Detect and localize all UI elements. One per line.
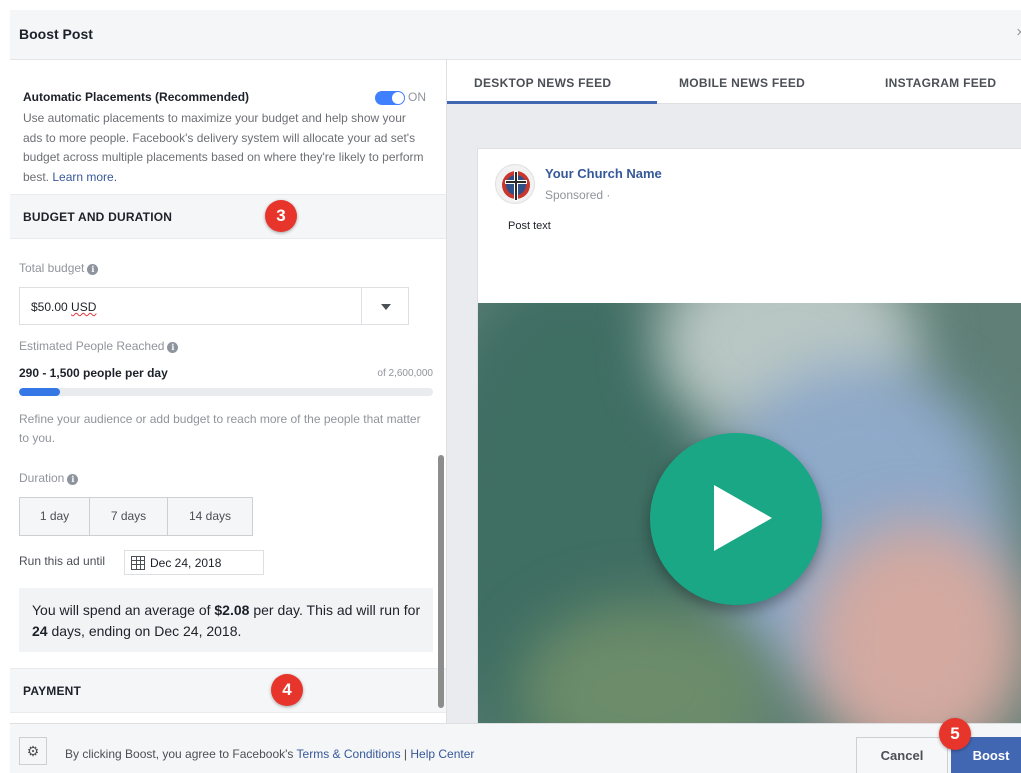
video-thumbnail[interactable]: [478, 303, 1021, 723]
toggle-knob: [392, 92, 404, 104]
duration-7-days-button[interactable]: 7 days: [90, 498, 168, 535]
terms-link[interactable]: Terms & Conditions: [297, 747, 401, 761]
end-date-value: Dec 24, 2018: [150, 556, 222, 570]
dialog-title: Boost Post: [19, 26, 93, 42]
dialog-footer: ⚙ By clicking Boost, you agree to Facebo…: [10, 723, 1021, 773]
info-icon[interactable]: i: [67, 474, 79, 485]
tab-mobile-news-feed[interactable]: MOBILE NEWS FEED: [679, 76, 805, 90]
settings-scrollbar[interactable]: [438, 455, 444, 708]
refine-audience-text: Refine your audience or add budget to re…: [19, 412, 421, 445]
terms-prefix: By clicking Boost, you agree to Facebook…: [65, 747, 297, 761]
spend-summary-text: You will spend an average of $2.08 per d…: [32, 600, 427, 642]
reach-progress-bar: [19, 388, 433, 396]
payment-section-title: PAYMENT: [23, 684, 82, 698]
step-badge-4: 4: [271, 674, 303, 706]
spend-suffix: days, ending on Dec 24, 2018.: [47, 623, 242, 639]
gear-icon[interactable]: ⚙: [19, 737, 47, 765]
church-logo-icon: [495, 164, 535, 204]
post-preview-card: Your Church Name Sponsored · Post text: [477, 148, 1021, 723]
caret-down-icon: [381, 304, 391, 310]
post-text: Post text: [508, 220, 551, 232]
spend-days: 24: [32, 623, 48, 639]
boost-post-dialog: Boost Post × Automatic Placements (Recom…: [10, 10, 1021, 773]
terms-notice: By clicking Boost, you agree to Facebook…: [65, 747, 474, 761]
help-center-link[interactable]: Help Center: [410, 747, 474, 761]
step-badge-5: 5: [939, 718, 971, 750]
info-icon[interactable]: i: [167, 342, 179, 353]
dialog-header: Boost Post ×: [10, 10, 1021, 60]
footer-separator: |: [400, 747, 411, 761]
budget-input[interactable]: $50.00 USD: [19, 287, 362, 325]
preview-tabs: DESKTOP NEWS FEED MOBILE NEWS FEED INSTA…: [447, 60, 1021, 104]
budget-dropdown-button[interactable]: [361, 287, 409, 325]
tab-desktop-news-feed[interactable]: DESKTOP NEWS FEED: [474, 76, 611, 90]
settings-panel: Automatic Placements (Recommended) ON Us…: [10, 60, 446, 723]
active-tab-indicator: [447, 101, 657, 104]
step-badge-3: 3: [265, 200, 297, 232]
payment-section-header[interactable]: PAYMENT: [10, 668, 446, 713]
estimated-reach-text: Estimated People Reached: [19, 339, 165, 353]
play-button[interactable]: [650, 433, 822, 605]
spend-amount: $2.08: [214, 602, 250, 618]
page-name-link[interactable]: Your Church Name: [545, 166, 662, 181]
automatic-placements-title: Automatic Placements (Recommended): [23, 90, 250, 104]
learn-more-link[interactable]: Learn more.: [52, 170, 117, 184]
spend-prefix: You will spend an average of: [32, 602, 215, 618]
duration-14-days-button[interactable]: 14 days: [168, 498, 252, 535]
tab-instagram-feed[interactable]: INSTAGRAM FEED: [885, 76, 996, 90]
budget-value: $50.00 USD: [31, 300, 96, 314]
duration-options: 1 day 7 days 14 days: [19, 497, 253, 536]
reach-value: 290 - 1,500 people per day: [19, 366, 168, 380]
duration-label: Duration i: [19, 471, 79, 485]
calendar-icon: [131, 556, 145, 570]
automatic-placements-toggle[interactable]: [375, 91, 405, 105]
toggle-state-label: ON: [408, 90, 426, 104]
total-budget-text: Total budget: [19, 261, 85, 275]
close-icon[interactable]: ×: [1016, 24, 1021, 41]
reach-total: of 2,600,000: [377, 368, 433, 379]
budget-section-header[interactable]: BUDGET AND DURATION: [10, 194, 446, 239]
ad-preview-panel: DESKTOP NEWS FEED MOBILE NEWS FEED INSTA…: [446, 60, 1021, 723]
cancel-button[interactable]: Cancel: [856, 737, 948, 773]
budget-amount: $50.00: [31, 300, 68, 314]
total-budget-label: Total budget i: [19, 261, 99, 275]
automatic-placements-description: Use automatic placements to maximize you…: [23, 109, 428, 187]
budget-currency: USD: [71, 300, 97, 314]
reach-progress-fill: [19, 388, 61, 396]
estimated-reach-label: Estimated People Reached i: [19, 339, 179, 353]
duration-1-day-button[interactable]: 1 day: [20, 498, 90, 535]
play-icon: [714, 485, 772, 551]
end-date-input[interactable]: Dec 24, 2018: [124, 550, 264, 575]
spend-summary: You will spend an average of $2.08 per d…: [19, 588, 433, 652]
run-until-label: Run this ad until: [19, 554, 106, 568]
sponsored-label: Sponsored ·: [545, 188, 611, 202]
budget-section-title: BUDGET AND DURATION: [23, 210, 173, 224]
info-icon[interactable]: i: [87, 264, 99, 275]
duration-text: Duration: [19, 471, 65, 485]
spend-middle: per day. This ad will run for: [249, 602, 421, 618]
